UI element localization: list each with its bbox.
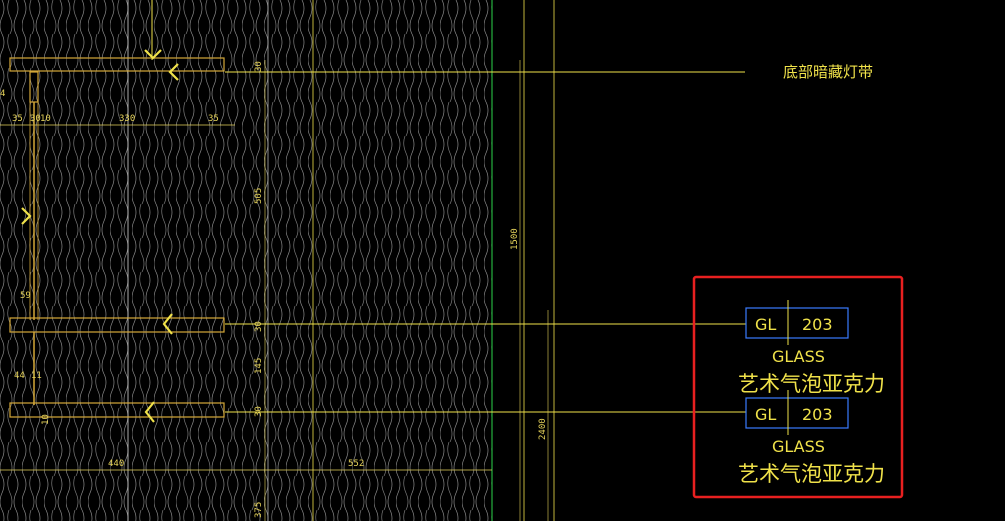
tag-material-en: GLASS <box>772 437 825 456</box>
material-tag-2[interactable]: GL 203 GLASS 艺术气泡亚克力 <box>738 390 885 486</box>
dim-text: 30 <box>254 61 264 72</box>
callout-hidden-light-strip: 底部暗藏灯带 <box>783 63 873 81</box>
dim-text: 552 <box>348 459 364 469</box>
dim-text: 35 <box>208 114 219 124</box>
cad-drawing-canvas[interactable]: 35 30 10 330 35 59 44 11 440 552 4 30 50… <box>0 0 1005 521</box>
dim-text: 10 <box>41 414 51 425</box>
dim-text: 505 <box>254 188 264 204</box>
tag-material-en: GLASS <box>772 347 825 366</box>
tag-material-cn: 艺术气泡亚克力 <box>738 462 885 486</box>
tag-code: GL <box>755 315 776 334</box>
material-tag-1[interactable]: GL 203 GLASS 艺术气泡亚克力 <box>738 300 885 396</box>
dim-text: 4 <box>0 89 5 99</box>
dim-text: 44 <box>14 371 25 381</box>
dim-text: 10 <box>40 114 51 124</box>
dim-text: 375 <box>254 502 264 518</box>
tag-number: 203 <box>802 405 833 424</box>
dim-text: 59 <box>20 291 31 301</box>
tag-material-cn: 艺术气泡亚克力 <box>738 372 885 396</box>
hatch-region <box>0 0 492 521</box>
dim-text: 330 <box>119 114 135 124</box>
dim-text: 2400 <box>538 418 548 440</box>
dim-text: 35 <box>12 114 23 124</box>
dim-text: 11 <box>31 371 42 381</box>
tag-code: GL <box>755 405 776 424</box>
dim-text: 440 <box>108 459 124 469</box>
dim-text: 1500 <box>510 228 520 250</box>
dim-text: 30 <box>254 406 264 417</box>
tag-number: 203 <box>802 315 833 334</box>
dim-text: 30 <box>254 321 264 332</box>
cad-drawing: 35 30 10 330 35 59 44 11 440 552 4 30 50… <box>0 0 904 521</box>
dim-text: 145 <box>254 358 264 374</box>
